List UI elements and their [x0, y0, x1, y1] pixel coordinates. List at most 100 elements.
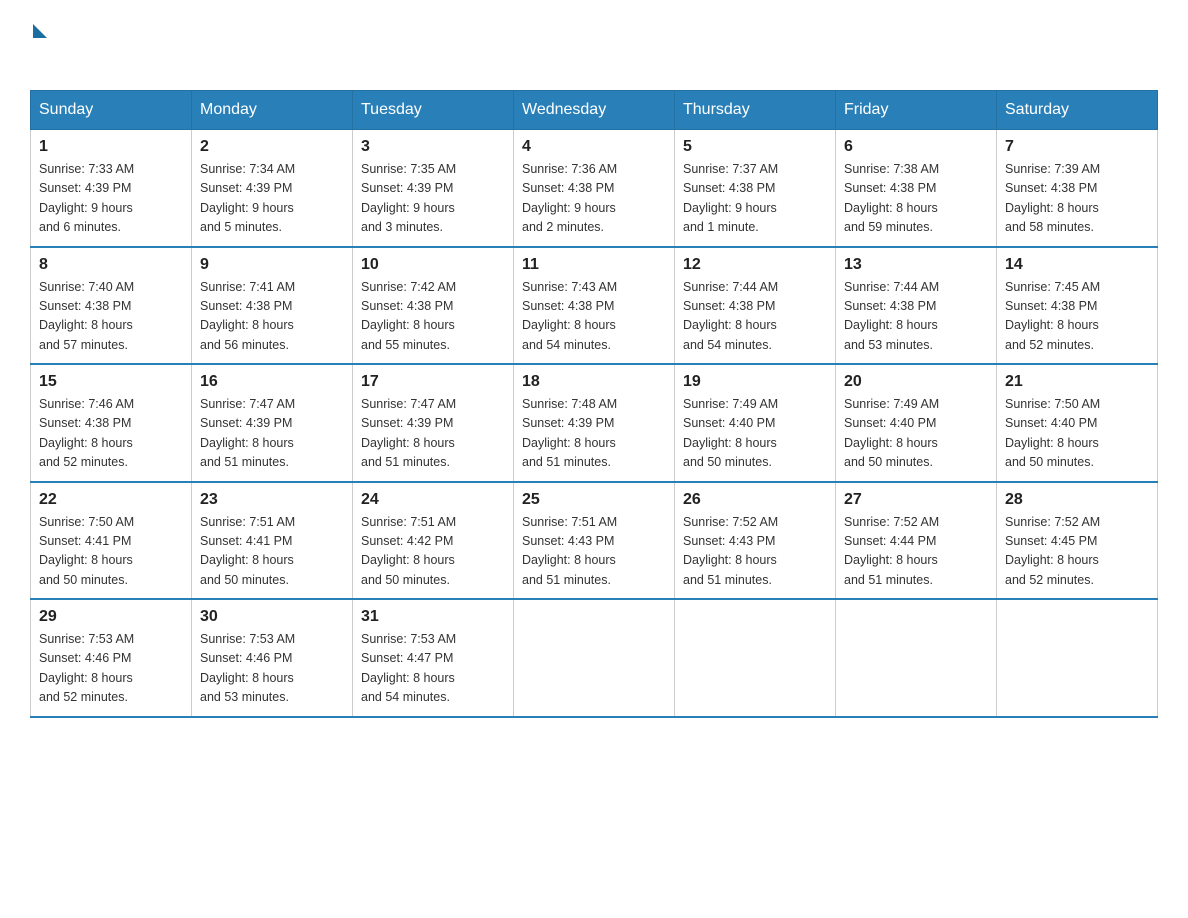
calendar-day-cell: 24 Sunrise: 7:51 AMSunset: 4:42 PMDayligh…	[353, 482, 514, 600]
day-info: Sunrise: 7:40 AMSunset: 4:38 PMDaylight:…	[39, 278, 183, 356]
day-number: 9	[200, 256, 344, 274]
day-info: Sunrise: 7:52 AMSunset: 4:44 PMDaylight:…	[844, 513, 988, 591]
calendar-day-cell: 14 Sunrise: 7:45 AMSunset: 4:38 PMDayligh…	[997, 247, 1158, 365]
calendar-week-row: 29 Sunrise: 7:53 AMSunset: 4:46 PMDayligh…	[31, 599, 1158, 717]
day-number: 12	[683, 256, 827, 274]
calendar-week-row: 15 Sunrise: 7:46 AMSunset: 4:38 PMDayligh…	[31, 364, 1158, 482]
calendar-day-cell: 26Sunrise: 7:52 AMSunset: 4:43 PMDayligh…	[675, 482, 836, 600]
day-number: 4	[522, 138, 666, 156]
day-number: 23	[200, 491, 344, 509]
calendar-day-cell: 18 Sunrise: 7:48 AMSunset: 4:39 PMDayligh…	[514, 364, 675, 482]
calendar-day-cell: 16Sunrise: 7:47 AMSunset: 4:39 PMDayligh…	[192, 364, 353, 482]
calendar-day-cell: 19 Sunrise: 7:49 AMSunset: 4:40 PMDayligh…	[675, 364, 836, 482]
calendar-day-cell: 28 Sunrise: 7:52 AMSunset: 4:45 PMDayligh…	[997, 482, 1158, 600]
weekday-header-saturday: Saturday	[997, 91, 1158, 130]
weekday-header-sunday: Sunday	[31, 91, 192, 130]
day-number: 7	[1005, 138, 1149, 156]
day-info: Sunrise: 7:37 AMSunset: 4:38 PMDaylight:…	[683, 160, 827, 238]
calendar-day-cell: 5 Sunrise: 7:37 AMSunset: 4:38 PMDaylight…	[675, 130, 836, 247]
calendar-day-cell: 13 Sunrise: 7:44 AMSunset: 4:38 PMDayligh…	[836, 247, 997, 365]
calendar-day-cell: 8 Sunrise: 7:40 AMSunset: 4:38 PMDaylight…	[31, 247, 192, 365]
day-number: 31	[361, 608, 505, 626]
calendar-day-cell: 30 Sunrise: 7:53 AMSunset: 4:46 PMDayligh…	[192, 599, 353, 717]
day-number: 10	[361, 256, 505, 274]
day-info: Sunrise: 7:43 AMSunset: 4:38 PMDaylight:…	[522, 278, 666, 356]
day-info: Sunrise: 7:48 AMSunset: 4:39 PMDaylight:…	[522, 395, 666, 473]
day-info: Sunrise: 7:34 AMSunset: 4:39 PMDaylight:…	[200, 160, 344, 238]
calendar-day-cell: 1 Sunrise: 7:33 AMSunset: 4:39 PMDaylight…	[31, 130, 192, 247]
day-info: Sunrise: 7:36 AMSunset: 4:38 PMDaylight:…	[522, 160, 666, 238]
day-number: 18	[522, 373, 666, 391]
day-number: 25	[522, 491, 666, 509]
calendar-day-cell: 2Sunrise: 7:34 AMSunset: 4:39 PMDaylight…	[192, 130, 353, 247]
calendar-day-cell: 7 Sunrise: 7:39 AMSunset: 4:38 PMDaylight…	[997, 130, 1158, 247]
day-number: 27	[844, 491, 988, 509]
day-info: Sunrise: 7:49 AMSunset: 4:40 PMDaylight:…	[683, 395, 827, 473]
day-number: 29	[39, 608, 183, 626]
calendar-day-cell: 11 Sunrise: 7:43 AMSunset: 4:38 PMDayligh…	[514, 247, 675, 365]
calendar-day-cell	[514, 599, 675, 717]
day-number: 8	[39, 256, 183, 274]
weekday-header-tuesday: Tuesday	[353, 91, 514, 130]
day-number: 16	[200, 373, 344, 391]
day-info: Sunrise: 7:53 AMSunset: 4:47 PMDaylight:…	[361, 630, 505, 708]
day-number: 24	[361, 491, 505, 509]
calendar-day-cell: 4 Sunrise: 7:36 AMSunset: 4:38 PMDaylight…	[514, 130, 675, 247]
day-info: Sunrise: 7:53 AMSunset: 4:46 PMDaylight:…	[39, 630, 183, 708]
day-info: Sunrise: 7:44 AMSunset: 4:38 PMDaylight:…	[844, 278, 988, 356]
header	[30, 20, 1158, 70]
day-number: 22	[39, 491, 183, 509]
day-number: 15	[39, 373, 183, 391]
calendar-day-cell: 10Sunrise: 7:42 AMSunset: 4:38 PMDayligh…	[353, 247, 514, 365]
day-info: Sunrise: 7:52 AMSunset: 4:45 PMDaylight:…	[1005, 513, 1149, 591]
day-number: 30	[200, 608, 344, 626]
day-number: 14	[1005, 256, 1149, 274]
day-number: 13	[844, 256, 988, 274]
day-number: 28	[1005, 491, 1149, 509]
day-number: 11	[522, 256, 666, 274]
calendar-day-cell: 6Sunrise: 7:38 AMSunset: 4:38 PMDaylight…	[836, 130, 997, 247]
calendar-day-cell	[675, 599, 836, 717]
calendar-day-cell: 3Sunrise: 7:35 AMSunset: 4:39 PMDaylight…	[353, 130, 514, 247]
calendar-table: SundayMondayTuesdayWednesdayThursdayFrid…	[30, 90, 1158, 718]
calendar-day-cell	[836, 599, 997, 717]
day-info: Sunrise: 7:50 AMSunset: 4:41 PMDaylight:…	[39, 513, 183, 591]
day-info: Sunrise: 7:39 AMSunset: 4:38 PMDaylight:…	[1005, 160, 1149, 238]
weekday-header-wednesday: Wednesday	[514, 91, 675, 130]
calendar-day-cell: 29 Sunrise: 7:53 AMSunset: 4:46 PMDayligh…	[31, 599, 192, 717]
day-number: 6	[844, 138, 988, 156]
calendar-week-row: 8 Sunrise: 7:40 AMSunset: 4:38 PMDaylight…	[31, 247, 1158, 365]
day-number: 1	[39, 138, 183, 156]
day-info: Sunrise: 7:46 AMSunset: 4:38 PMDaylight:…	[39, 395, 183, 473]
day-number: 26	[683, 491, 827, 509]
calendar-day-cell: 17Sunrise: 7:47 AMSunset: 4:39 PMDayligh…	[353, 364, 514, 482]
calendar-day-cell: 15 Sunrise: 7:46 AMSunset: 4:38 PMDayligh…	[31, 364, 192, 482]
day-info: Sunrise: 7:35 AMSunset: 4:39 PMDaylight:…	[361, 160, 505, 238]
day-info: Sunrise: 7:33 AMSunset: 4:39 PMDaylight:…	[39, 160, 183, 238]
calendar-day-cell: 27 Sunrise: 7:52 AMSunset: 4:44 PMDayligh…	[836, 482, 997, 600]
day-info: Sunrise: 7:51 AMSunset: 4:43 PMDaylight:…	[522, 513, 666, 591]
day-info: Sunrise: 7:41 AMSunset: 4:38 PMDaylight:…	[200, 278, 344, 356]
calendar-day-cell: 25 Sunrise: 7:51 AMSunset: 4:43 PMDayligh…	[514, 482, 675, 600]
calendar-day-cell: 22 Sunrise: 7:50 AMSunset: 4:41 PMDayligh…	[31, 482, 192, 600]
calendar-day-cell: 23Sunrise: 7:51 AMSunset: 4:41 PMDayligh…	[192, 482, 353, 600]
day-info: Sunrise: 7:51 AMSunset: 4:42 PMDaylight:…	[361, 513, 505, 591]
calendar-week-row: 1 Sunrise: 7:33 AMSunset: 4:39 PMDaylight…	[31, 130, 1158, 247]
calendar-week-row: 22 Sunrise: 7:50 AMSunset: 4:41 PMDayligh…	[31, 482, 1158, 600]
logo	[30, 20, 47, 70]
calendar-day-cell: 31 Sunrise: 7:53 AMSunset: 4:47 PMDayligh…	[353, 599, 514, 717]
calendar-day-cell: 9 Sunrise: 7:41 AMSunset: 4:38 PMDaylight…	[192, 247, 353, 365]
weekday-header-friday: Friday	[836, 91, 997, 130]
day-number: 19	[683, 373, 827, 391]
calendar-day-cell: 21Sunrise: 7:50 AMSunset: 4:40 PMDayligh…	[997, 364, 1158, 482]
day-info: Sunrise: 7:53 AMSunset: 4:46 PMDaylight:…	[200, 630, 344, 708]
calendar-day-cell	[997, 599, 1158, 717]
day-info: Sunrise: 7:45 AMSunset: 4:38 PMDaylight:…	[1005, 278, 1149, 356]
day-info: Sunrise: 7:44 AMSunset: 4:38 PMDaylight:…	[683, 278, 827, 356]
calendar-day-cell: 20Sunrise: 7:49 AMSunset: 4:40 PMDayligh…	[836, 364, 997, 482]
day-number: 5	[683, 138, 827, 156]
day-number: 17	[361, 373, 505, 391]
logo-arrow-icon	[33, 24, 47, 38]
weekday-header-monday: Monday	[192, 91, 353, 130]
calendar-day-cell: 12 Sunrise: 7:44 AMSunset: 4:38 PMDayligh…	[675, 247, 836, 365]
